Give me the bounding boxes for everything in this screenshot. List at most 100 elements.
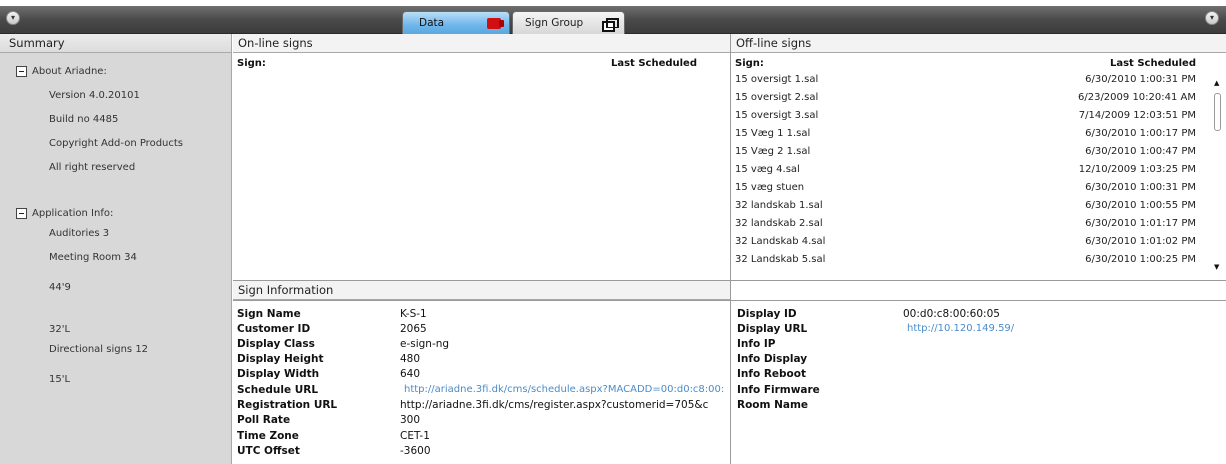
collapse-left-icon[interactable]: ▾ [6,11,20,25]
info-value: -3600 [400,445,431,457]
sign-last-scheduled: 6/30/2010 1:00:25 PM [1085,254,1196,265]
info-value: 640 [400,368,421,380]
sign-name: 15 oversigt 2.sal [735,92,819,103]
info-label: Info Firmware [737,384,820,396]
schedule-url-link[interactable]: http://ariadne.3fi.dk/cms/schedule.aspx?… [404,384,728,395]
offline-sign-row[interactable]: 15 oversigt 2.sal 6/23/2009 10:20:41 AM [735,92,1196,110]
sign-info-header: Sign Information [233,281,730,300]
info-label: Sign Name [237,308,301,320]
sign-name: 15 væg 4.sal [735,164,800,175]
summary-item: Copyright Add-on Products [49,138,184,149]
sign-last-scheduled: 7/14/2009 12:03:51 PM [1078,110,1196,121]
info-label: Poll Rate [237,414,291,426]
tab-bar: Data Sign Group [402,11,627,34]
offline-sign-row[interactable]: 15 oversigt 1.sal 6/30/2010 1:00:31 PM [735,74,1196,92]
sign-name: 32 Landskab 4.sal [735,236,826,247]
tab-sign-group-label: Sign Group [525,17,584,29]
sign-info-divider [233,300,1226,301]
summary-item: All right reserved [49,162,136,173]
sign-name: 32 landskab 1.sal [735,200,823,211]
sign-last-scheduled: 6/30/2010 1:01:02 PM [1085,236,1196,247]
sign-name: 15 oversigt 3.sal [735,110,819,121]
display-url-link[interactable]: http://10.120.149.59/ [907,323,1014,334]
window-icon [602,17,619,32]
offline-sign-row[interactable]: 15 væg stuen 6/30/2010 1:00:31 PM [735,182,1196,200]
info-label: Display ID [737,308,797,320]
summary-item: 32'L [49,324,71,335]
sign-last-scheduled: 6/30/2010 1:00:17 PM [1085,128,1196,139]
sign-last-scheduled: 6/30/2010 1:00:55 PM [1085,200,1196,211]
offline-sign-row[interactable]: 32 Landskab 5.sal 6/30/2010 1:00:25 PM [735,254,1196,272]
vertical-divider [730,34,731,464]
offline-sign-row[interactable]: 15 oversigt 3.sal 7/14/2009 12:03:51 PM [735,110,1196,128]
summary-item: Directional signs 12 [49,344,149,355]
sign-name: 32 Landskab 5.sal [735,254,826,265]
info-value: CET-1 [400,430,430,442]
offline-sign-row[interactable]: 15 væg 4.sal 12/10/2009 1:03:25 PM [735,164,1196,182]
summary-panel: Summary About Ariadne: Version 4.0.20101… [0,34,232,464]
collapse-app-info-icon[interactable] [16,208,27,219]
info-value: e-sign-ng [400,338,450,350]
info-label: Display Height [237,353,324,365]
sign-last-scheduled: 6/30/2010 1:01:17 PM [1085,218,1196,229]
info-label: Display Class [237,338,315,350]
summary-item: Version 4.0.20101 [49,90,140,101]
offline-signs-header: Off-line signs [731,34,1226,53]
info-label: Room Name [737,399,809,411]
offline-col-last-scheduled[interactable]: Last Scheduled [1096,58,1196,71]
info-label: Info Display [737,353,808,365]
scroll-down-icon[interactable]: ▼ [1214,264,1222,271]
scroll-up-icon[interactable]: ▲ [1214,80,1222,87]
sign-name: 15 Væg 1 1.sal [735,128,811,139]
sign-last-scheduled: 6/30/2010 1:00:31 PM [1085,182,1196,193]
offline-sign-row[interactable]: 32 Landskab 4.sal 6/30/2010 1:01:02 PM [735,236,1196,254]
summary-item: Auditories 3 [49,228,110,239]
collapse-about-icon[interactable] [16,66,27,77]
offline-sign-row[interactable]: 15 Væg 2 1.sal 6/30/2010 1:00:47 PM [735,146,1196,164]
info-label: Display Width [237,368,320,380]
info-label: UTC Offset [237,445,300,457]
tab-data-label: Data [419,17,445,29]
tab-sign-group[interactable]: Sign Group [512,11,625,34]
info-label: Time Zone [237,430,299,442]
info-label: Schedule URL [237,384,319,396]
info-value: http://ariadne.3fi.dk/cms/register.aspx?… [400,399,709,411]
info-value: 00:d0:c8:00:60:05 [903,308,1000,320]
summary-item: 15'L [49,374,71,385]
summary-item: Build no 4485 [49,114,119,125]
info-label: Info IP [737,338,776,350]
media-icon [487,17,504,29]
offline-sign-row[interactable]: 32 landskab 2.sal 6/30/2010 1:01:17 PM [735,218,1196,236]
info-value: K-S-1 [400,308,427,320]
app-info-section-title: Application Info: [32,208,114,219]
info-label: Registration URL [237,399,338,411]
info-value: 2065 [400,323,427,335]
sign-last-scheduled: 6/30/2010 1:00:47 PM [1085,146,1196,157]
summary-item: Meeting Room 34 [49,252,137,263]
online-col-last-scheduled[interactable]: Last Scheduled [605,58,697,71]
summary-title: Summary [0,34,231,53]
sign-last-scheduled: 6/30/2010 1:00:31 PM [1085,74,1196,85]
collapse-right-icon[interactable]: ▾ [1205,11,1219,25]
info-label: Customer ID [237,323,311,335]
sign-name: 15 Væg 2 1.sal [735,146,811,157]
summary-item: 44'9 [49,282,71,293]
sign-name: 32 landskab 2.sal [735,218,823,229]
about-section-title: About Ariadne: [32,66,107,77]
scrollbar-thumb[interactable] [1214,93,1221,131]
offline-sign-row[interactable]: 32 landskab 1.sal 6/30/2010 1:00:55 PM [735,200,1196,218]
sign-name: 15 oversigt 1.sal [735,74,819,85]
info-value: 300 [400,414,421,426]
info-value: 480 [400,353,421,365]
app-window: ▾ Data Sign Group ▾ Summary About Ariadn… [0,0,1226,464]
tab-data[interactable]: Data [402,11,510,34]
offline-sign-row[interactable]: 15 Væg 1 1.sal 6/30/2010 1:00:17 PM [735,128,1196,146]
online-col-sign[interactable]: Sign: [237,58,266,71]
top-toolbar: ▾ Data Sign Group ▾ [0,6,1226,34]
info-label: Display URL [737,323,808,335]
sign-last-scheduled: 6/23/2009 10:20:41 AM [1077,92,1196,103]
online-signs-header: On-line signs [233,34,730,53]
sign-last-scheduled: 12/10/2009 1:03:25 PM [1078,164,1196,175]
sign-name: 15 væg stuen [735,182,805,193]
offline-col-sign[interactable]: Sign: [735,58,764,71]
